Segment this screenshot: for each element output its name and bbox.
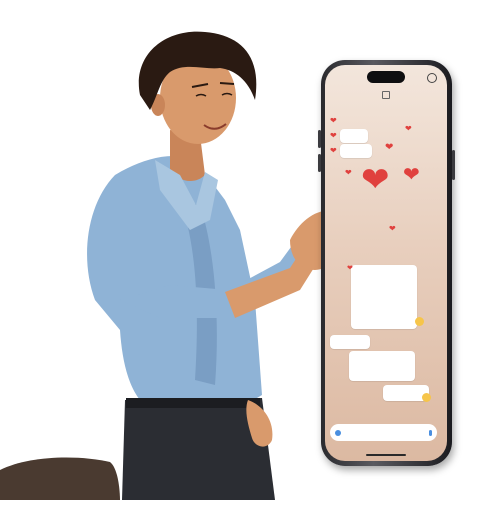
lock-icon [382,91,390,99]
smile-emoji-icon [415,317,424,326]
heart-icon: ❤ [389,224,396,233]
photo-scene: ❤ ❤ ❤ ❤ ❤ ❤ ❤ ❤ ❤ ❤ [0,0,500,500]
home-indicator [366,454,406,456]
message-bubble [340,129,368,143]
smile-emoji-icon [422,393,431,402]
volume-down-button [318,154,321,172]
heart-icon: ❤ [345,168,352,177]
phone-screen: ❤ ❤ ❤ ❤ ❤ ❤ ❤ ❤ ❤ ❤ [325,65,447,461]
heart-icon: ❤ [330,131,337,140]
message-bubble-long [351,265,417,329]
heart-icon: ❤ [330,116,337,125]
message-input[interactable] [330,424,437,441]
couch-armrest [0,457,120,500]
phone-mockup: ❤ ❤ ❤ ❤ ❤ ❤ ❤ ❤ ❤ ❤ [318,60,455,466]
message-bubble [330,335,370,349]
volume-up-button [318,130,321,148]
message-bubble [340,144,372,158]
heart-icon: ❤ [330,146,337,155]
plus-icon[interactable] [335,429,341,436]
eyebrow-right [219,82,235,85]
heart-icon: ❤ [405,124,412,133]
mic-icon[interactable] [429,429,432,436]
dynamic-island [367,71,405,83]
power-button [452,150,455,180]
heart-icon: ❤ [403,164,420,186]
message-bubble [349,351,415,381]
heart-icon: ❤ [385,142,394,153]
status-icon [427,73,437,83]
belt [126,398,260,408]
heart-icon: ❤ [347,265,353,272]
big-heart-icon: ❤ [361,161,390,199]
